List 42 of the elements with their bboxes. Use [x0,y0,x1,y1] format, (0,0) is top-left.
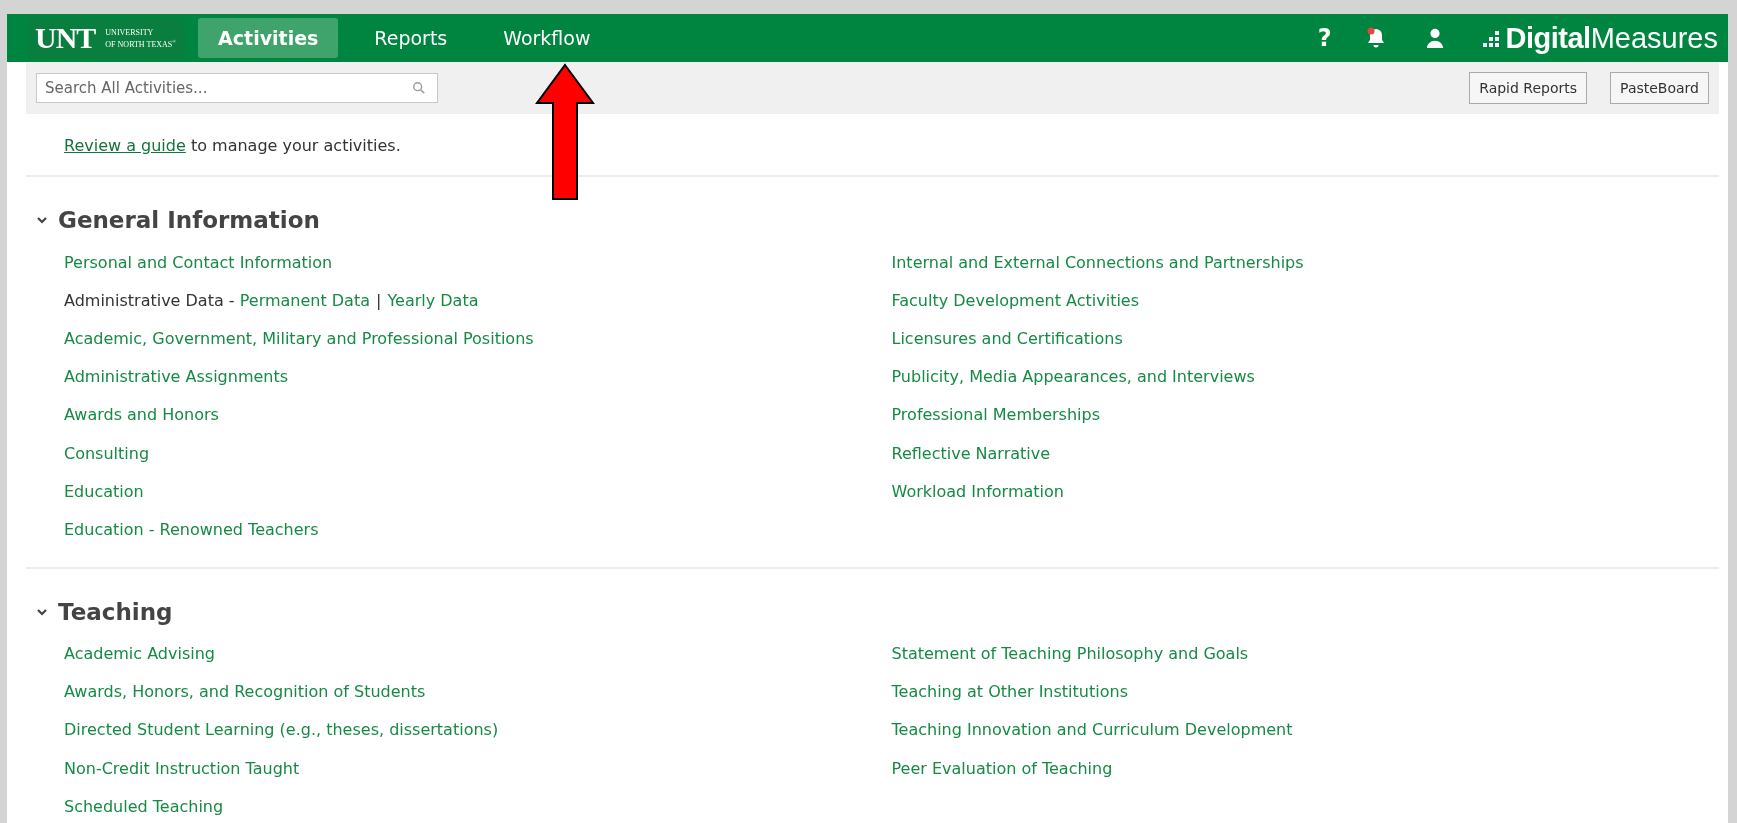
nav-tab[interactable]: Workflow [483,18,611,58]
activity-link[interactable]: Publicity, Media Appearances, and Interviews [891,367,1255,387]
separator: | [376,290,382,310]
guide-link[interactable]: Review a guide [64,136,186,155]
activity-label: Administrative Data - [64,290,236,310]
section-heading: General Information [58,207,320,233]
activity-link[interactable]: Teaching Innovation and Curriculum Development [891,720,1293,740]
university-logo[interactable]: UNT UNIVERSITY OF NORTH TEXAS$^{®}$ [29,18,185,58]
activity-link[interactable]: Directed Student Learning (e.g., theses, dissertations) [64,720,499,740]
activity-link[interactable]: Education - Renowned Teachers [64,519,319,539]
digital-measures-logo: DigitalMeasures [1481,21,1718,55]
activity-link[interactable]: Education [64,481,144,501]
activity-link[interactable]: Internal and External Connections and Partnerships [891,252,1304,272]
activity-link[interactable]: Reflective Narrative [891,443,1051,463]
activity-link[interactable]: Awards, Honors, and Recognition of Students [64,682,426,702]
activity-link[interactable]: Peer Evaluation of Teaching [891,758,1113,778]
toolbar-button[interactable]: Rapid Reports [1469,72,1588,104]
activity-link[interactable]: Yearly Data [387,290,479,310]
activity-link[interactable]: Awards and Honors [64,405,219,425]
nav-tab[interactable]: Reports [354,18,468,58]
activity-link[interactable]: Academic Advising [64,644,215,664]
activity-link[interactable]: Personal and Contact Information [64,252,333,272]
activity-link[interactable]: Teaching at Other Institutions [891,682,1128,702]
toolbar-button[interactable]: PasteBoard [1610,72,1709,104]
guide-text: to manage your activities. [189,136,401,155]
nav-tab[interactable]: Activities [198,18,339,58]
chevron-icon[interactable] [36,214,48,226]
search-icon [412,81,426,95]
activity-link[interactable]: Licensures and Certifications [891,328,1123,348]
activity-link[interactable]: Academic, Government, Military and Professional Positions [64,328,534,348]
activity-link[interactable]: Workload Information [891,481,1064,501]
activity-link[interactable]: Scheduled Teaching [64,796,224,816]
activity-link[interactable]: Permanent Data [239,290,370,310]
activity-link[interactable]: Statement of Teaching Philosophy and Goals [891,644,1249,664]
activity-link[interactable]: Faculty Development Activities [891,290,1140,310]
activity-link[interactable]: Consulting [64,443,150,463]
activity-link[interactable]: Non-Credit Instruction Taught [64,758,300,778]
search-field[interactable]: Search All Activities... [36,73,438,103]
activity-link[interactable]: Professional Memberships [891,405,1100,425]
activity-link[interactable]: Administrative Assignments [64,367,289,387]
help-button[interactable]: ? [1311,24,1338,52]
section-heading: Teaching [58,598,173,625]
